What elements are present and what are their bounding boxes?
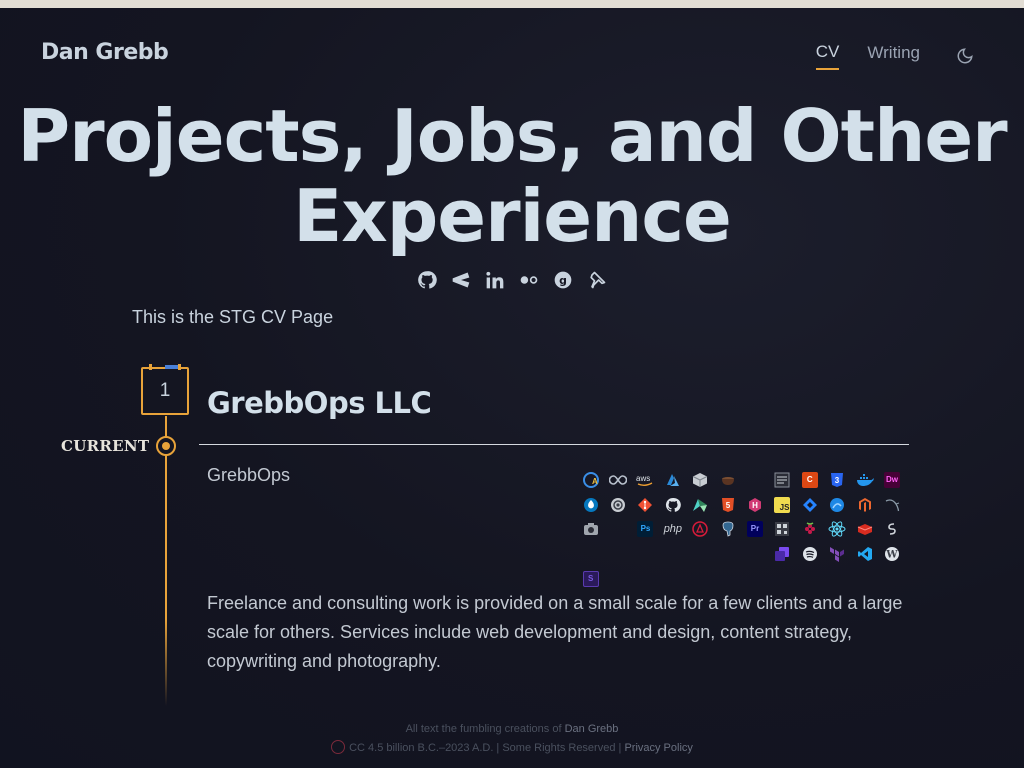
vscode-icon xyxy=(851,542,878,567)
phpstorm-icon xyxy=(687,517,714,542)
svg-text:H: H xyxy=(752,501,758,510)
job-title: GrebbOps LLC xyxy=(207,386,432,420)
blank xyxy=(632,542,659,567)
footer-license: CC 4.5 billion B.C.–2023 A.D. | Some Rig… xyxy=(349,742,622,754)
css3-icon: 3 xyxy=(824,468,851,493)
pin-icon[interactable] xyxy=(586,268,608,292)
blank xyxy=(687,542,714,567)
current-label: CURRENT xyxy=(61,437,150,455)
svg-text:5: 5 xyxy=(725,501,730,510)
main-nav: CV Writing xyxy=(815,42,976,70)
page-title-line-1: Projects, Jobs, and Other xyxy=(17,94,1007,178)
premiere-icon: Pr xyxy=(741,517,768,542)
doc-icon xyxy=(769,468,796,493)
footer-author-link[interactable]: Dan Grebb xyxy=(565,723,619,735)
privacy-policy-link[interactable]: Privacy Policy xyxy=(624,742,692,754)
svg-text:aws: aws xyxy=(636,474,650,483)
footer-credit: All text the fumbling creations of xyxy=(405,723,562,735)
nav-cv[interactable]: CV xyxy=(815,42,840,70)
divider xyxy=(199,444,909,445)
react-icon xyxy=(824,517,851,542)
spotify-icon xyxy=(796,542,823,567)
serverless-icon xyxy=(878,517,905,542)
blank xyxy=(714,542,741,567)
docker-icon xyxy=(851,468,878,493)
intro-text: This is the STG CV Page xyxy=(132,307,334,327)
github-mark-icon xyxy=(659,493,686,518)
javascript-icon: JS xyxy=(769,493,796,518)
azure-icon xyxy=(659,468,686,493)
aws-icon: aws xyxy=(632,468,659,493)
timeline-dot xyxy=(156,436,176,456)
svg-text:A: A xyxy=(592,477,598,486)
git-icon xyxy=(632,493,659,518)
dreamweaver-icon: Dw xyxy=(878,468,905,493)
magento-icon xyxy=(851,493,878,518)
moon-icon[interactable] xyxy=(954,45,976,67)
box-icon xyxy=(687,468,714,493)
calendar-icon: 1 xyxy=(141,364,189,415)
flickr-icon[interactable] xyxy=(518,268,540,292)
blank xyxy=(604,542,631,567)
top-stripe xyxy=(0,0,1024,8)
footer-line-2: CC 4.5 billion B.C.–2023 A.D. | Some Rig… xyxy=(0,739,1024,758)
infinity-icon xyxy=(604,468,631,493)
svg-text:g: g xyxy=(559,274,567,287)
mysql-icon xyxy=(878,493,905,518)
ansible-icon: A xyxy=(577,468,604,493)
blank xyxy=(741,468,768,493)
blank xyxy=(604,517,631,542)
timeline-line xyxy=(165,416,167,706)
blank xyxy=(577,542,604,567)
drupal-icon xyxy=(577,493,604,518)
photoshop-icon: Ps xyxy=(632,517,659,542)
camera-icon xyxy=(577,517,604,542)
gridsome-icon xyxy=(687,493,714,518)
terraform-icon xyxy=(824,542,851,567)
circle-icon xyxy=(604,493,631,518)
html5-icon: 5 xyxy=(714,493,741,518)
footer: All text the fumbling creations of Dan G… xyxy=(0,720,1024,758)
hexo-icon: H xyxy=(741,493,768,518)
blank xyxy=(741,542,768,567)
github-icon[interactable] xyxy=(416,268,438,292)
entry-number: 1 xyxy=(159,380,171,401)
nav-writing[interactable]: Writing xyxy=(867,43,920,69)
cc-icon xyxy=(331,740,346,754)
codepen-icon[interactable] xyxy=(450,268,472,292)
goodreads-icon[interactable]: g xyxy=(552,268,574,292)
postgresql-icon xyxy=(714,517,741,542)
linkedin-icon[interactable] xyxy=(484,268,506,292)
wordpress-icon: W xyxy=(878,542,905,567)
svg-text:W: W xyxy=(885,550,898,561)
codeigniter-icon: C xyxy=(796,468,823,493)
footer-line-1: All text the fumbling creations of Dan G… xyxy=(0,720,1024,739)
page-title: Projects, Jobs, and Other Experience xyxy=(0,96,1024,256)
job-description: Freelance and consulting work is provide… xyxy=(207,593,903,671)
brand-link[interactable]: Dan Grebb xyxy=(41,40,169,65)
page-title-line-2: Experience xyxy=(293,174,732,258)
php-icon: php xyxy=(663,523,683,536)
svg-text:3: 3 xyxy=(835,476,840,485)
tech-icons: A aws C 3 Dw 5 H JS Ps php Pr W S xyxy=(577,468,900,591)
raspberry-pi-icon xyxy=(796,517,823,542)
sass-icon: S xyxy=(577,566,604,591)
calendar-tab xyxy=(165,365,179,369)
blank xyxy=(659,542,686,567)
stack-icon xyxy=(769,542,796,567)
jira-icon xyxy=(796,493,823,518)
job-org: GrebbOps xyxy=(207,465,291,485)
social-links: g xyxy=(0,268,1024,292)
qr-icon xyxy=(769,517,796,542)
coffee-icon xyxy=(714,468,741,493)
redis-icon xyxy=(851,517,878,542)
lighthouse-icon xyxy=(824,493,851,518)
